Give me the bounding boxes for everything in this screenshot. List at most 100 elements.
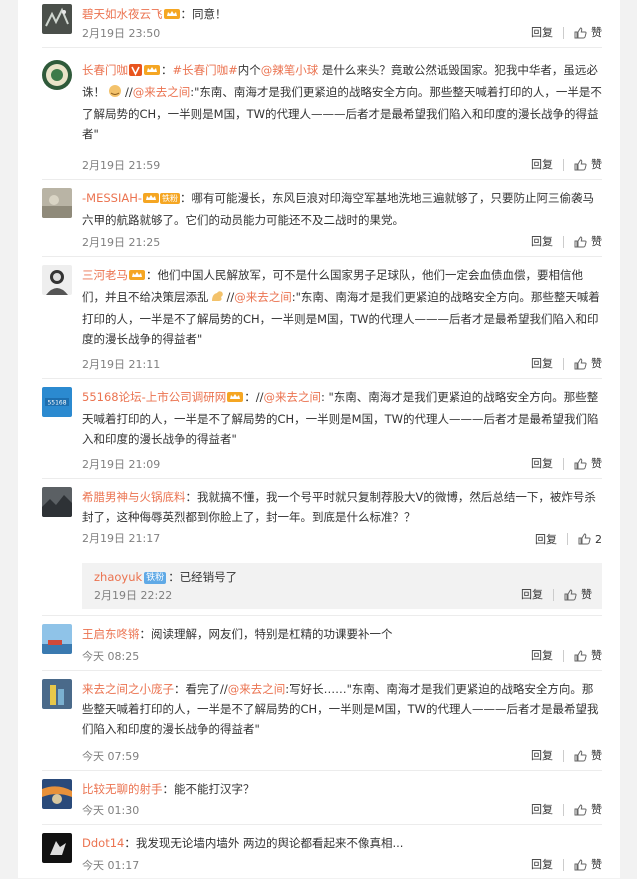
divider [563, 750, 564, 762]
thumbs-up-icon [574, 27, 587, 39]
list-item: 希腊男神与火锅底料：我就搞不懂，我一个号平时就只复制荐股大V的微博，然后总结一下… [42, 479, 602, 616]
list-item: 王启东咚锵：阅读理解，网友们，特别是杠精的功课要补一个 今天 08:25 回复 … [42, 616, 602, 671]
like-count: 赞 [591, 457, 602, 470]
forward-separator: // [220, 682, 228, 696]
like-count: 赞 [591, 26, 602, 39]
divider [563, 650, 564, 662]
reply-button[interactable]: 回复 [531, 857, 553, 873]
list-item: -MESSIAH- 铁粉 ：哪有可能漫长，东风巨浪对印海空军基地洗地三遍就够了，只要… [42, 180, 602, 257]
list-item: 三河老马 ：他们中国人民解放军，可不是什么国家男子足球队，他们一定会血债血偿，要相… [42, 257, 602, 379]
mention-link[interactable]: @来去之间 [133, 85, 191, 99]
like-button[interactable]: 赞 [564, 587, 592, 603]
comment-time: 2月19日 21:25 [82, 236, 161, 249]
comment-time: 2月19日 23:50 [82, 27, 161, 40]
username-link[interactable]: -MESSIAH- [82, 191, 142, 205]
reply-button[interactable]: 回复 [531, 356, 553, 372]
username-link[interactable]: zhaoyuk [94, 570, 142, 584]
like-count: 赞 [591, 803, 602, 816]
verified-v-icon [129, 62, 142, 82]
username-link[interactable]: 碧天如水夜云飞 [82, 7, 163, 21]
vip-crown-icon [144, 62, 160, 82]
reply-button[interactable]: 回复 [531, 748, 553, 764]
thumbs-up-icon [564, 589, 577, 601]
like-button[interactable]: 赞 [574, 456, 602, 472]
divider [563, 804, 564, 816]
vip-crown-icon [163, 6, 180, 26]
thumbs-up-icon [574, 859, 587, 871]
vip-crown-icon [129, 267, 145, 287]
avatar[interactable] [42, 4, 72, 34]
avatar[interactable] [42, 265, 72, 295]
username-link[interactable]: 来去之间之小庞子 [82, 682, 174, 696]
like-button[interactable]: 赞 [574, 648, 602, 664]
mention-link[interactable]: @来去之间 [234, 290, 292, 304]
mention-link[interactable]: @辣笔小球 [261, 63, 319, 77]
like-button[interactable]: 赞 [574, 157, 602, 173]
comment-time: 今天 01:17 [82, 859, 140, 872]
comment-text: ：已经销号了 [168, 570, 238, 584]
list-item: 来去之间之小庞子：看完了//@来去之间:写好长……"东南、南海才是我们更紧迫的战… [42, 671, 602, 771]
username-link[interactable]: 55168论坛-上市公司调研网 [82, 390, 226, 404]
mention-link[interactable]: @来去之间 [228, 682, 286, 696]
avatar[interactable]: 55168 [42, 387, 72, 417]
avatar[interactable] [42, 833, 72, 863]
comment-time: 今天 07:59 [82, 750, 140, 763]
avatar[interactable] [42, 679, 72, 709]
username-link[interactable]: 比较无聊的射手 [82, 782, 163, 796]
forward-separator: // [125, 85, 133, 99]
thumbs-up-icon [574, 358, 587, 370]
thumbs-up-icon [574, 650, 587, 662]
sub-reply: zhaoyuk 铁粉 ：已经销号了 2月19日 22:22 回复 赞 [82, 563, 602, 609]
reply-button[interactable]: 回复 [521, 587, 543, 603]
like-button[interactable]: 赞 [574, 25, 602, 41]
avatar[interactable] [42, 624, 72, 654]
sticker-icon [106, 84, 124, 104]
like-button[interactable]: 2 [578, 533, 602, 546]
reply-button[interactable]: 回复 [531, 234, 553, 250]
username-link[interactable]: 长春门咖 [82, 63, 128, 77]
avatar[interactable] [42, 779, 72, 809]
reply-time: 2月19日 22:22 [94, 589, 173, 602]
username-link[interactable]: 希腊男神与火锅底料 [82, 490, 186, 504]
divider [563, 159, 564, 171]
like-button[interactable]: 赞 [574, 748, 602, 764]
like-button[interactable]: 赞 [574, 857, 602, 873]
thumbs-up-icon [574, 159, 587, 171]
divider [563, 458, 564, 470]
like-button[interactable]: 赞 [574, 356, 602, 372]
thumbs-up-icon [574, 236, 587, 248]
avatar[interactable] [42, 487, 72, 517]
list-item: Ddot14：我发现无论墙内墙外 两边的舆论都看起来不像真相... 今天 01:… [42, 825, 602, 879]
like-count: 赞 [591, 749, 602, 762]
comment-time: 2月19日 21:11 [82, 358, 161, 371]
svg-text:55168: 55168 [47, 400, 66, 407]
reply-button[interactable]: 回复 [531, 25, 553, 41]
username-link[interactable]: 三河老马 [82, 268, 128, 282]
divider [553, 589, 554, 601]
topic-link[interactable]: #长春门咖# [173, 63, 238, 77]
avatar[interactable] [42, 60, 72, 90]
comment-text: ：同意！ [180, 7, 227, 21]
list-item: 比较无聊的射手：能不能打汉字？ 今天 01:30 回复 赞 [42, 771, 602, 825]
comment-text: ： [244, 390, 256, 404]
like-count: 2 [595, 532, 602, 546]
reply-button[interactable]: 回复 [531, 802, 553, 818]
vip-crown-icon [143, 190, 159, 210]
username-link[interactable]: Ddot14 [82, 836, 124, 850]
like-count: 赞 [591, 357, 602, 370]
like-button[interactable]: 赞 [574, 802, 602, 818]
mention-link[interactable]: @来去之间 [263, 390, 321, 404]
username-link[interactable]: 王启东咚锵 [82, 627, 140, 641]
like-count: 赞 [591, 235, 602, 248]
comment-text: ：能不能打汉字？ [162, 782, 255, 796]
reply-button[interactable]: 回复 [531, 157, 553, 173]
reply-button[interactable]: 回复 [531, 456, 553, 472]
reply-button[interactable]: 回复 [535, 531, 557, 547]
comment-text: ：阅读理解，网友们，特别是杠精的功课要补一个 [139, 627, 393, 641]
like-button[interactable]: 赞 [574, 234, 602, 250]
avatar[interactable] [42, 188, 72, 218]
list-item: 长春门咖 ：#长春门咖#内个@辣笔小球 是什么来头？竟敢公然诋毁国家。犯我中华者，… [42, 48, 602, 180]
comment-time: 2月19日 21:09 [82, 458, 161, 471]
list-item: 碧天如水夜云飞 ：同意！ 2月19日 23:50 回复 赞 [42, 0, 602, 48]
reply-button[interactable]: 回复 [531, 648, 553, 664]
